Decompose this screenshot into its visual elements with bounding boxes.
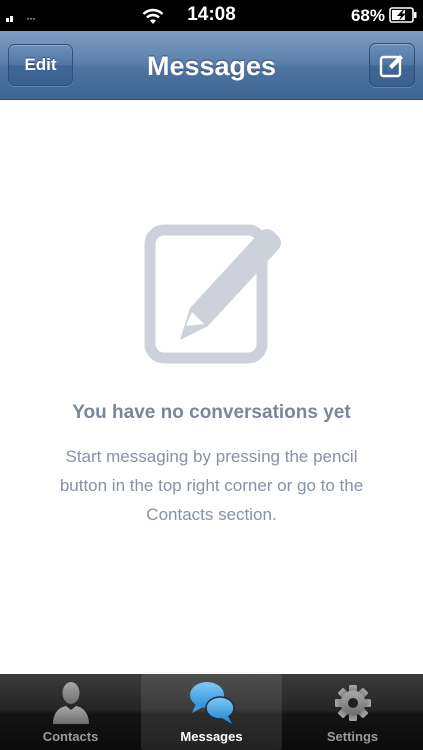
empty-state-description: Start messaging by pressing the pencil b… [59,447,364,524]
battery-charging-icon [389,7,417,23]
tab-bar: Contacts Messages Settings [0,674,423,750]
tab-settings[interactable]: Settings [282,674,423,750]
page-title: Messages [146,51,277,81]
messages-screen: ··· 14:08 68% Edit Messages You have no … [0,0,423,750]
battery-percent: 68% [350,6,385,25]
status-bar: ··· 14:08 68% [0,0,423,31]
chat-bubbles-icon [189,682,235,724]
compose-large-icon [144,224,281,364]
tab-contacts[interactable]: Contacts [0,674,141,750]
empty-state-title: You have no conversations yet [72,402,351,423]
navigation-bar: Edit Messages [0,31,423,100]
tab-messages[interactable]: Messages [141,674,282,750]
compose-button[interactable] [369,43,415,87]
gear-icon [334,685,371,721]
tab-label: Settings [326,729,379,744]
compose-icon [379,55,403,78]
person-icon [52,682,89,724]
tab-label: Messages [180,729,243,744]
tab-label: Contacts [42,729,99,744]
